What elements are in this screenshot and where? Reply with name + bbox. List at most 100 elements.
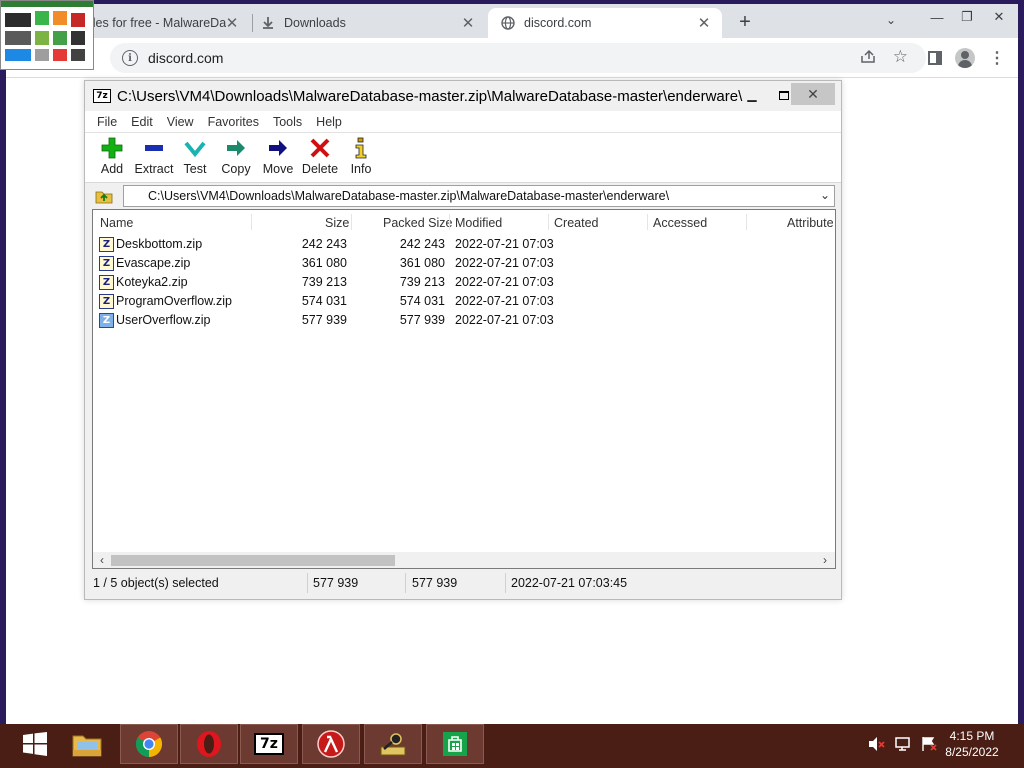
tab-divider (252, 14, 253, 32)
profile-avatar-icon[interactable] (954, 47, 976, 69)
window-thumbnail-preview[interactable] (0, 0, 94, 70)
tab-downloads[interactable]: Downloads ✕ (260, 8, 486, 38)
file-modified: 2022-07-21 07:03 (455, 275, 554, 289)
copy-icon (227, 140, 245, 156)
scroll-right-icon[interactable]: › (817, 553, 833, 567)
close-icon[interactable]: ✕ (696, 15, 712, 32)
taskbar-clock[interactable]: 4:15 PM 8/25/2022 (944, 728, 1000, 760)
share-icon[interactable] (860, 49, 876, 66)
address-row: C:\Users\VM4\Downloads\MalwareDatabase-m… (85, 184, 841, 208)
move-button[interactable]: Move (256, 137, 300, 181)
file-size: 574 031 (301, 294, 347, 308)
file-packed-size: 361 080 (399, 256, 445, 270)
column-attribute[interactable]: Attribute (787, 216, 834, 230)
menu-view[interactable]: View (167, 115, 194, 129)
more-menu-icon[interactable]: ⋮ (986, 47, 1008, 69)
halflife-icon[interactable] (302, 724, 360, 764)
path-value: C:\Users\VM4\Downloads\MalwareDatabase-m… (148, 189, 670, 203)
scrollbar-thumb[interactable] (111, 555, 395, 566)
new-tab-button[interactable]: + (734, 11, 756, 33)
test-icon (184, 141, 206, 158)
menu-help[interactable]: Help (316, 115, 342, 129)
column-created[interactable]: Created (554, 216, 598, 230)
extract-button[interactable]: Extract (132, 137, 176, 181)
opera-icon[interactable] (180, 724, 238, 764)
site-info-icon[interactable]: i (122, 50, 138, 66)
bookmark-star-icon[interactable]: ☆ (893, 47, 908, 67)
horizontal-scrollbar[interactable]: ‹ › (93, 552, 835, 568)
status-size: 577 939 (313, 576, 359, 590)
address-bar[interactable]: i discord.com ☆ (110, 43, 926, 73)
side-panel-icon[interactable] (924, 47, 946, 69)
minimize-button[interactable]: — (922, 6, 952, 28)
close-icon[interactable]: ✕ (224, 15, 240, 32)
minimize-button[interactable]: ▁ (737, 83, 767, 107)
file-size: 739 213 (301, 275, 347, 289)
test-button[interactable]: Test (173, 137, 217, 181)
file-packed-size: 577 939 (399, 313, 445, 327)
status-selection: 1 / 5 object(s) selected (93, 576, 219, 590)
file-explorer-icon[interactable] (58, 724, 116, 764)
copy-button[interactable]: Copy (214, 137, 258, 181)
file-name: Evascape.zip (116, 256, 191, 270)
key-tool-icon[interactable] (364, 724, 422, 764)
7zip-file-manager-window: 7z C:\Users\VM4\Downloads\MalwareDatabas… (84, 80, 842, 600)
file-name: Deskbottom.zip (116, 237, 203, 251)
chevron-down-icon[interactable]: ⌄ (820, 188, 830, 202)
tab-discord[interactable]: discord.com ✕ (488, 8, 722, 38)
chrome-icon[interactable] (120, 724, 178, 764)
tab-strip: iles for free - MalwareDa ✕ Downloads ✕ … (6, 4, 1018, 38)
column-size[interactable]: Size (325, 216, 349, 230)
file-list[interactable]: Name Size Packed Size Modified Created A… (92, 209, 836, 569)
title-bar[interactable]: 7z C:\Users\VM4\Downloads\MalwareDatabas… (85, 81, 841, 111)
zip-file-icon: Z (99, 275, 114, 290)
path-combobox[interactable]: C:\Users\VM4\Downloads\MalwareDatabase-m… (123, 185, 835, 207)
column-modified[interactable]: Modified (455, 216, 502, 230)
delete-button[interactable]: Delete (298, 137, 342, 181)
column-name[interactable]: Name (100, 216, 133, 230)
menu-tools[interactable]: Tools (273, 115, 302, 129)
info-button[interactable]: Info (339, 137, 383, 181)
tab-search-chevron-icon[interactable]: ⌄ (886, 13, 896, 27)
status-modified: 2022-07-21 07:03:45 (511, 576, 628, 590)
zip-file-icon: Z (99, 237, 114, 252)
file-row-deskbottom[interactable]: Z Deskbottom.zip 242 243 242 243 2022-07… (93, 235, 835, 254)
add-icon (101, 137, 123, 159)
menu-file[interactable]: File (97, 115, 117, 129)
file-size: 242 243 (301, 237, 347, 251)
7zip-logo-icon: 7z (93, 89, 111, 103)
close-window-button[interactable]: ✕ (984, 6, 1014, 28)
folder-up-icon[interactable] (95, 188, 113, 204)
menu-favorites[interactable]: Favorites (208, 115, 259, 129)
close-button[interactable]: ✕ (791, 83, 835, 105)
file-name: ProgramOverflow.zip (116, 294, 233, 308)
column-packed-size[interactable]: Packed Size (383, 216, 452, 230)
menu-edit[interactable]: Edit (131, 115, 153, 129)
file-modified: 2022-07-21 07:03 (455, 256, 554, 270)
tab-malware-files[interactable]: iles for free - MalwareDa ✕ (90, 8, 250, 38)
store-icon[interactable] (426, 724, 484, 764)
file-row-evascape[interactable]: Z Evascape.zip 361 080 361 080 2022-07-2… (93, 254, 835, 273)
restore-button[interactable]: ❐ (952, 6, 982, 28)
tab-title: discord.com (524, 16, 592, 30)
action-center-flag-icon[interactable] (918, 733, 940, 755)
network-icon[interactable] (892, 733, 914, 755)
globe-icon (500, 15, 516, 31)
file-row-useroverflow[interactable]: Z UserOverflow.zip 577 939 577 939 2022-… (93, 311, 835, 330)
7zip-icon[interactable]: 7z (240, 724, 298, 764)
windows-start-icon[interactable] (6, 724, 64, 764)
volume-muted-icon[interactable] (866, 733, 888, 755)
file-packed-size: 242 243 (399, 237, 445, 251)
file-row-programoverflow[interactable]: Z ProgramOverflow.zip 574 031 574 031 20… (93, 292, 835, 311)
file-size: 361 080 (301, 256, 347, 270)
clock-date: 8/25/2022 (945, 745, 999, 759)
test-label: Test (183, 162, 207, 176)
column-accessed[interactable]: Accessed (653, 216, 707, 230)
file-size: 577 939 (301, 313, 347, 327)
scroll-left-icon[interactable]: ‹ (94, 553, 110, 567)
close-icon[interactable]: ✕ (460, 15, 476, 32)
add-button[interactable]: Add (90, 137, 134, 181)
zip-file-icon: Z (99, 294, 114, 309)
file-row-koteyka2[interactable]: Z Koteyka2.zip 739 213 739 213 2022-07-2… (93, 273, 835, 292)
extract-label: Extract (134, 162, 174, 176)
